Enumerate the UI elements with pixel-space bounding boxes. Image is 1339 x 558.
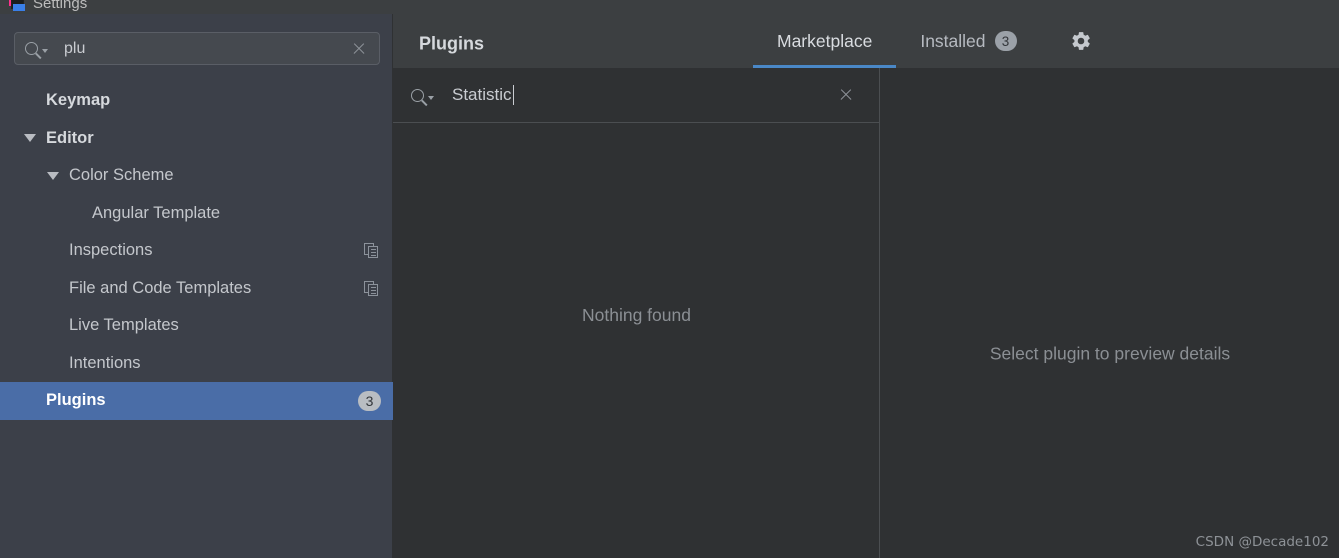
plugins-header: Plugins Marketplace Installed 3 <box>393 14 1339 68</box>
plugin-search-field[interactable]: Statistic <box>393 68 880 123</box>
watermark: CSDN @Decade102 <box>1195 534 1329 550</box>
page-title: Plugins <box>419 33 485 54</box>
sidebar-item-label: Angular Template <box>92 203 221 222</box>
window-title: Settings <box>33 0 88 12</box>
sidebar-item-label: Keymap <box>46 91 111 110</box>
sidebar-item-inspections[interactable]: Inspections <box>0 232 393 270</box>
sidebar-item-label: Inspections <box>69 241 153 260</box>
settings-tree: Keymap Editor Color Scheme Angular Templ… <box>0 82 393 420</box>
sidebar-item-angular-template[interactable]: Angular Template <box>0 195 393 233</box>
title-bar: Settings <box>0 0 1339 14</box>
sidebar-item-label: Color Scheme <box>69 166 174 185</box>
sidebar-item-label: Intentions <box>69 353 141 372</box>
plugins-tabs: Marketplace Installed 3 <box>753 14 1041 68</box>
title-bar-left: Settings <box>0 0 87 14</box>
sidebar-item-file-and-code-templates[interactable]: File and Code Templates <box>0 270 393 308</box>
plugin-search-value: Statistic <box>452 85 512 104</box>
settings-dialog: Settings plu Keymap Editor Color Scheme <box>0 0 1339 558</box>
tab-label: Installed <box>920 30 986 51</box>
installed-count-badge: 3 <box>994 31 1017 51</box>
sidebar-item-plugins[interactable]: Plugins 3 <box>0 382 393 420</box>
clear-icon[interactable] <box>838 87 854 103</box>
plugin-list-pane: Statistic Nothing found <box>393 68 880 558</box>
sidebar-item-label: Live Templates <box>69 316 179 335</box>
settings-sidebar: plu Keymap Editor Color Scheme Angular T… <box>0 14 393 558</box>
chevron-down-icon[interactable] <box>24 134 36 143</box>
intellij-app-icon <box>8 0 25 12</box>
sidebar-item-live-templates[interactable]: Live Templates <box>0 307 393 345</box>
sidebar-item-keymap[interactable]: Keymap <box>0 82 393 120</box>
text-caret <box>512 85 515 105</box>
clear-icon[interactable] <box>351 41 367 57</box>
tab-marketplace[interactable]: Marketplace <box>753 14 897 68</box>
sidebar-item-label: File and Code Templates <box>69 278 252 297</box>
plugin-preview-pane: Select plugin to preview details <box>881 68 1339 558</box>
sidebar-item-label: Editor <box>46 128 94 147</box>
tab-label: Marketplace <box>777 30 873 51</box>
settings-search-field[interactable]: plu <box>14 32 380 65</box>
copy-settings-icon[interactable] <box>364 243 379 259</box>
copy-settings-icon[interactable] <box>364 280 379 296</box>
search-icon <box>411 88 434 102</box>
empty-state-message: Nothing found <box>582 305 691 325</box>
sidebar-item-label: Plugins <box>46 391 106 410</box>
gear-icon[interactable] <box>1068 28 1094 54</box>
chevron-down-icon[interactable] <box>47 171 59 180</box>
sidebar-item-editor[interactable]: Editor <box>0 120 393 158</box>
preview-placeholder-message: Select plugin to preview details <box>989 343 1231 364</box>
sidebar-item-intentions[interactable]: Intentions <box>0 345 393 383</box>
tab-installed[interactable]: Installed 3 <box>896 14 1040 68</box>
plugins-count-badge: 3 <box>358 390 381 411</box>
search-icon <box>25 42 48 55</box>
sidebar-item-color-scheme[interactable]: Color Scheme <box>0 157 393 195</box>
plugin-search-value-wrap: Statistic <box>452 85 838 105</box>
settings-search-value: plu <box>64 39 86 57</box>
